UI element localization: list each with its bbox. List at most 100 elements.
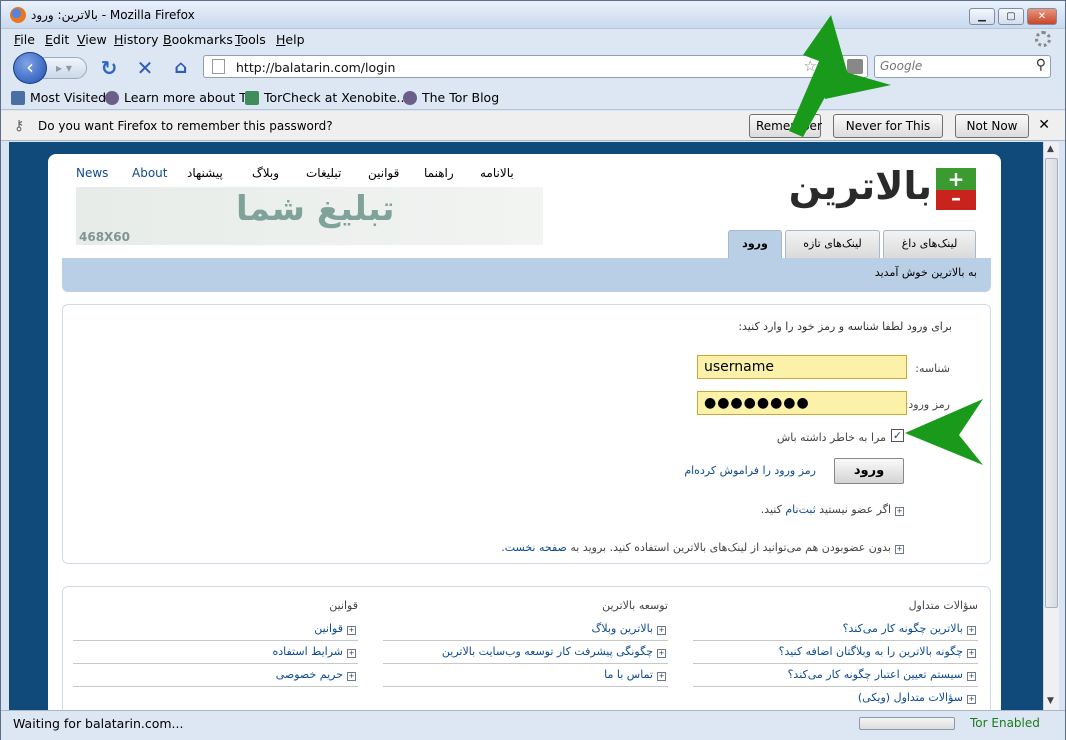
bullet-icon: + bbox=[347, 672, 356, 681]
vertical-scrollbar[interactable]: ▲ ▼ bbox=[1043, 142, 1059, 710]
scrollbar-thumb[interactable] bbox=[1045, 158, 1058, 608]
password-notification-bar: ⚷ Do you want Firefox to remember this p… bbox=[1, 111, 1065, 155]
bookmark-learn-tor[interactable]: Learn more about Tor bbox=[105, 90, 258, 105]
forward-button[interactable]: ▸ ▾ bbox=[43, 57, 87, 79]
key-icon: ⚷ bbox=[14, 118, 25, 134]
close-notification-icon[interactable]: ✕ bbox=[1038, 117, 1050, 133]
password-input[interactable] bbox=[697, 391, 907, 415]
maximize-button[interactable]: ▢ bbox=[998, 8, 1024, 25]
guest-line: +بدون عضو‌بودن هم می‌توانید از لینک‌های … bbox=[501, 541, 904, 554]
navigation-toolbar: ▸ ▾ ‹ ↻ ✕ ⌂ http://balatarin.com/login ☆… bbox=[1, 49, 1065, 85]
reload-icon[interactable]: ↻ bbox=[98, 57, 120, 79]
bullet-icon: + bbox=[657, 672, 666, 681]
tab-hot-links[interactable]: لینک‌های داغ bbox=[883, 230, 976, 258]
faq-title: سؤالات متداول bbox=[908, 599, 978, 612]
nav-weblog[interactable]: وبلاگ bbox=[252, 166, 279, 180]
menu-help[interactable]: Help bbox=[276, 32, 305, 47]
bullet-icon: + bbox=[347, 649, 356, 658]
list-item[interactable]: +تماس با ما bbox=[383, 664, 668, 687]
welcome-bar: به بالاترین خوش آمدید bbox=[62, 258, 991, 292]
address-bar[interactable]: http://balatarin.com/login ☆ bbox=[203, 55, 868, 78]
bookmark-tor-blog[interactable]: The Tor Blog bbox=[403, 90, 499, 105]
faq-column: سؤالات متداول +بالاترین چگونه کار می‌کند… bbox=[693, 599, 978, 710]
list-item[interactable]: +سیستم تعیین اعتبار چگونه کار می‌کند؟ bbox=[693, 664, 978, 687]
list-item[interactable]: +بالاترین وبلاگ bbox=[383, 618, 668, 641]
bookmark-torcheck[interactable]: TorCheck at Xenobite.... bbox=[245, 90, 412, 105]
username-input[interactable] bbox=[697, 355, 907, 379]
nav-ads[interactable]: تبلیغات bbox=[306, 166, 341, 180]
login-submit-button[interactable]: ورود bbox=[834, 458, 904, 484]
bullet-icon: + bbox=[347, 626, 356, 635]
nav-balanameh[interactable]: بالانامه bbox=[480, 166, 514, 180]
list-item[interactable]: +چگونگی پیشرفت کار توسعه وب‌سایت بالاتری… bbox=[383, 641, 668, 664]
nav-rules[interactable]: قوانین bbox=[368, 166, 399, 180]
tor-status[interactable]: Tor Enabled bbox=[970, 716, 1040, 730]
tor-onion-icon bbox=[105, 91, 119, 105]
bullet-icon: + bbox=[967, 695, 976, 704]
url-text[interactable]: http://balatarin.com/login bbox=[236, 60, 395, 75]
logo-plus-minus-icon: + – bbox=[936, 168, 976, 210]
ad-text: تبلیغ شما bbox=[236, 189, 395, 229]
nav-help[interactable]: راهنما bbox=[424, 166, 454, 180]
title-bar: بالاترین: ورود - Mozilla Firefox ▁ ▢ ✕ bbox=[1, 1, 1065, 29]
footer-links-box: سؤالات متداول +بالاترین چگونه کار می‌کند… bbox=[62, 586, 991, 710]
balatarin-page: News About پیشنهاد وبلاگ تبلیغات قوانین … bbox=[48, 154, 1001, 710]
forgot-password-link[interactable]: رمز ورود را فراموش کرده‌ام bbox=[684, 464, 816, 477]
list-item[interactable]: +سؤالات متداول (ویکی) bbox=[693, 687, 978, 710]
menu-history[interactable]: History bbox=[114, 32, 158, 47]
tor-onion-icon bbox=[403, 91, 417, 105]
annotation-arrow-remember-icon bbox=[789, 15, 891, 137]
nav-about[interactable]: About bbox=[132, 166, 167, 180]
notification-message: Do you want Firefox to remember this pas… bbox=[38, 119, 333, 133]
register-line: +اگر عضو نیستید ثبت‌نام کنید. bbox=[760, 503, 904, 516]
list-item[interactable]: +شرایط استفاده bbox=[73, 641, 358, 664]
minimize-button[interactable]: ▁ bbox=[969, 8, 995, 25]
list-item[interactable]: +قوانین bbox=[73, 618, 358, 641]
home-icon[interactable]: ⌂ bbox=[170, 57, 192, 79]
site-logo[interactable]: + – بالاترین bbox=[789, 164, 976, 220]
tab-new-links[interactable]: لینک‌های تازه bbox=[785, 230, 880, 258]
bullet-icon: + bbox=[657, 649, 666, 658]
menu-bar: File Edit View History Bookmarks Tools H… bbox=[1, 29, 1065, 49]
loading-throbber-icon bbox=[1035, 31, 1051, 47]
rules-column: قوانین +قوانین +شرایط استفاده +حریم خصوص… bbox=[73, 599, 358, 687]
development-title: توسعه بالاترین bbox=[602, 599, 668, 612]
status-bar: Waiting for balatarin.com... Tor Enabled bbox=[1, 710, 1065, 740]
bullet-icon: + bbox=[967, 626, 976, 635]
login-box: برای ورود لطفا شناسه و رمز خود را وارد ک… bbox=[62, 304, 991, 564]
bullet-icon: + bbox=[895, 545, 904, 554]
login-intro: برای ورود لطفا شناسه و رمز خود را وارد ک… bbox=[738, 320, 952, 333]
nav-suggest[interactable]: پیشنهاد bbox=[187, 166, 223, 180]
not-now-button[interactable]: Not Now bbox=[955, 114, 1029, 138]
menu-bookmarks[interactable]: Bookmarks bbox=[163, 32, 233, 47]
stop-icon[interactable]: ✕ bbox=[134, 57, 156, 79]
bookmark-most-visited[interactable]: Most Visited bbox=[11, 90, 106, 105]
development-column: توسعه بالاترین +بالاترین وبلاگ +چگونگی پ… bbox=[383, 599, 668, 687]
logo-text: بالاترین bbox=[788, 164, 933, 208]
menu-edit[interactable]: Edit bbox=[45, 32, 69, 47]
menu-view[interactable]: View bbox=[77, 32, 107, 47]
menu-file[interactable]: File bbox=[14, 32, 35, 47]
register-link[interactable]: ثبت‌نام bbox=[785, 503, 815, 516]
front-page-link[interactable]: صفحه نخست bbox=[505, 541, 567, 554]
bullet-icon: + bbox=[967, 649, 976, 658]
window-title: بالاترین: ورود - Mozilla Firefox bbox=[31, 8, 195, 22]
rules-title: قوانین bbox=[329, 599, 358, 612]
scroll-up-icon[interactable]: ▲ bbox=[1047, 144, 1054, 154]
most-visited-icon bbox=[11, 91, 25, 105]
remember-me-label: مرا به خاطر داشته باش bbox=[776, 431, 886, 444]
list-item[interactable]: +بالاترین چگونه کار می‌کند؟ bbox=[693, 618, 978, 641]
page-icon bbox=[212, 59, 225, 74]
search-icon[interactable]: ⚲ bbox=[1036, 57, 1046, 73]
tab-login[interactable]: ورود bbox=[728, 230, 782, 258]
back-button[interactable]: ‹ bbox=[13, 52, 47, 84]
scroll-down-icon[interactable]: ▼ bbox=[1047, 696, 1054, 706]
search-input[interactable] bbox=[880, 59, 1025, 73]
close-button[interactable]: ✕ bbox=[1027, 8, 1057, 25]
nav-news[interactable]: News bbox=[76, 166, 108, 180]
list-item[interactable]: +چگونه بالاترین را به وبلاگتان اضافه کنی… bbox=[693, 641, 978, 664]
list-item[interactable]: +حریم خصوصی bbox=[73, 664, 358, 687]
site-tabs: لینک‌های داغ لینک‌های تازه ورود bbox=[48, 230, 1001, 258]
menu-tools[interactable]: Tools bbox=[235, 32, 266, 47]
bullet-icon: + bbox=[657, 626, 666, 635]
